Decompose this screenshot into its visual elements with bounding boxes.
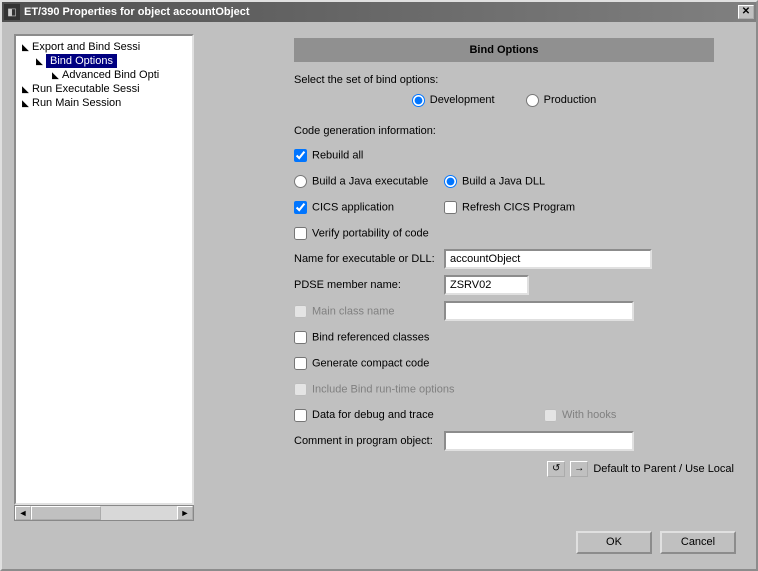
radio-development-input[interactable]	[412, 94, 425, 107]
checkbox-main-class: Main class name	[294, 305, 395, 318]
checkbox-label: With hooks	[562, 409, 616, 421]
checkbox-with-hooks-input	[544, 409, 557, 422]
comment-label: Comment in program object:	[294, 435, 444, 447]
checkbox-generate-compact-input[interactable]	[294, 357, 307, 370]
use-local-button[interactable]: →	[570, 461, 588, 477]
comment-input[interactable]	[444, 431, 634, 451]
pdse-label: PDSE member name:	[294, 279, 444, 291]
checkbox-cics-app[interactable]: CICS application	[294, 201, 394, 214]
checkbox-generate-compact[interactable]: Generate compact code	[294, 357, 429, 370]
tree-label: Export and Bind Sessi	[32, 41, 140, 53]
radio-production[interactable]: Production	[526, 94, 597, 106]
checkbox-verify-portability[interactable]: Verify portability of code	[294, 227, 429, 240]
checkbox-cics-app-input[interactable]	[294, 201, 307, 214]
arrow-icon: ◣	[22, 84, 32, 95]
radio-build-java-dll-input[interactable]	[444, 175, 457, 188]
radio-label: Build a Java executable	[312, 175, 428, 187]
titlebar: ◧ ET/390 Properties for object accountOb…	[2, 2, 756, 22]
radio-label: Production	[544, 94, 597, 106]
checkbox-data-debug[interactable]: Data for debug and trace	[294, 409, 434, 421]
dialog-body: ◣Export and Bind Sessi ◣Bind Options ◣Ad…	[2, 22, 756, 569]
checkbox-label: Generate compact code	[312, 357, 429, 369]
ok-button[interactable]: OK	[576, 531, 652, 554]
scroll-left-button[interactable]: ◄	[15, 506, 31, 520]
name-exec-label: Name for executable or DLL:	[294, 253, 444, 265]
checkbox-refresh-cics[interactable]: Refresh CICS Program	[444, 201, 575, 214]
checkbox-rebuild-all[interactable]: Rebuild all	[294, 149, 363, 162]
checkbox-include-bind-runtime: Include Bind run-time options	[294, 383, 454, 396]
checkbox-refresh-cics-input[interactable]	[444, 201, 457, 214]
window-title: ET/390 Properties for object accountObje…	[24, 6, 738, 18]
main-class-input[interactable]	[444, 301, 634, 321]
radio-build-java-exec[interactable]: Build a Java executable	[294, 175, 428, 188]
radio-label: Build a Java DLL	[462, 175, 545, 187]
arrow-icon: ◣	[22, 98, 32, 109]
default-label: Default to Parent / Use Local	[593, 463, 734, 475]
app-icon: ◧	[4, 4, 20, 20]
content-panel: Bind Options Select the set of bind opti…	[204, 34, 744, 521]
panel-header: Bind Options	[294, 38, 714, 62]
dialog-buttons: OK Cancel	[14, 521, 744, 557]
dialog-window: ◧ ET/390 Properties for object accountOb…	[0, 0, 758, 571]
tree-label: Advanced Bind Opti	[62, 69, 159, 81]
checkbox-bind-referenced[interactable]: Bind referenced classes	[294, 331, 429, 344]
arrow-icon: ◣	[22, 42, 32, 53]
arrow-icon: ◣	[36, 56, 46, 67]
checkbox-label: Rebuild all	[312, 149, 363, 161]
radio-build-java-exec-input[interactable]	[294, 175, 307, 188]
pdse-input[interactable]	[444, 275, 529, 295]
checkbox-label: Main class name	[312, 305, 395, 317]
tree-label: Run Executable Sessi	[32, 83, 140, 95]
tree-hscrollbar[interactable]: ◄ ►	[14, 505, 194, 521]
scroll-thumb[interactable]	[31, 506, 101, 520]
scroll-right-button[interactable]: ►	[177, 506, 193, 520]
tree-item-bind-options[interactable]: Bind Options	[46, 54, 117, 68]
checkbox-label: Include Bind run-time options	[312, 383, 454, 395]
codegen-label: Code generation information:	[294, 125, 734, 137]
checkbox-bind-referenced-input[interactable]	[294, 331, 307, 344]
checkbox-verify-portability-input[interactable]	[294, 227, 307, 240]
checkbox-with-hooks: With hooks	[544, 409, 616, 421]
tree-item-run-exec[interactable]: ◣Run Executable Sessi	[18, 82, 190, 96]
cancel-button[interactable]: Cancel	[660, 531, 736, 554]
tree-item-advanced-bind[interactable]: ◣Advanced Bind Opti	[18, 68, 190, 82]
arrow-icon: ◣	[52, 70, 62, 81]
select-prompt: Select the set of bind options:	[294, 74, 734, 86]
tree-item-export-bind[interactable]: ◣Export and Bind Sessi	[18, 40, 190, 54]
checkbox-label: Data for debug and trace	[312, 409, 434, 421]
checkbox-label: Bind referenced classes	[312, 331, 429, 343]
checkbox-rebuild-all-input[interactable]	[294, 149, 307, 162]
checkbox-include-bind-runtime-input	[294, 383, 307, 396]
checkbox-label: Refresh CICS Program	[462, 201, 575, 213]
tree-panel: ◣Export and Bind Sessi ◣Bind Options ◣Ad…	[14, 34, 194, 521]
checkbox-data-debug-input[interactable]	[294, 409, 307, 422]
checkbox-main-class-input	[294, 305, 307, 318]
radio-build-java-dll[interactable]: Build a Java DLL	[444, 175, 545, 188]
scroll-track[interactable]	[101, 506, 177, 520]
name-exec-input[interactable]	[444, 249, 652, 269]
nav-tree[interactable]: ◣Export and Bind Sessi ◣Bind Options ◣Ad…	[14, 34, 194, 505]
radio-label: Development	[430, 94, 495, 106]
radio-production-input[interactable]	[526, 94, 539, 107]
tree-item-run-main[interactable]: ◣Run Main Session	[18, 96, 190, 110]
default-to-parent-button[interactable]: ↺	[547, 461, 565, 477]
close-button[interactable]: ✕	[738, 5, 754, 19]
tree-label: Run Main Session	[32, 97, 121, 109]
checkbox-label: CICS application	[312, 201, 394, 213]
radio-development[interactable]: Development	[412, 94, 495, 106]
checkbox-label: Verify portability of code	[312, 227, 429, 239]
